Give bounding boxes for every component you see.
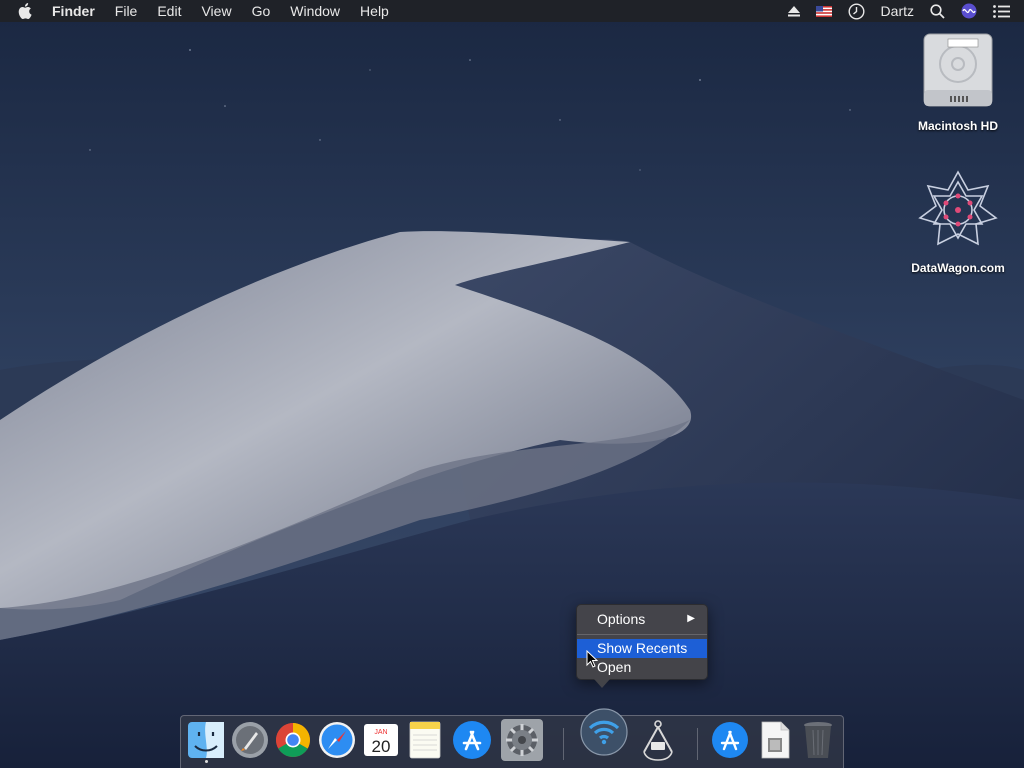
menu-file[interactable]: File (115, 0, 138, 22)
dock-divider (697, 728, 698, 760)
trash-icon (802, 720, 834, 765)
notes-icon (408, 721, 442, 764)
menu-item-label: Open (597, 659, 632, 675)
time-machine-icon[interactable] (848, 2, 865, 20)
menu-item-label: Show Recents (597, 640, 688, 656)
finder-icon (187, 721, 225, 764)
dock: JAN 20 (180, 707, 844, 768)
calendar-day: 20 (372, 737, 391, 756)
desktop-icon-datawagon[interactable]: DataWagon.com (903, 168, 1013, 275)
apple-icon[interactable] (18, 2, 34, 20)
caliper-icon (638, 718, 678, 767)
calendar-month: JAN (374, 729, 387, 736)
dock-notes[interactable] (403, 720, 447, 764)
menu-separator (577, 634, 707, 635)
search-icon[interactable] (930, 3, 945, 19)
desktop-icon-macintosh-hd[interactable]: Macintosh HD (903, 30, 1013, 133)
us-flag-icon[interactable] (815, 5, 832, 17)
app-store-icon (452, 720, 492, 765)
chrome-icon (275, 722, 311, 763)
datawagon-logo-icon (916, 170, 1000, 256)
desktop-wallpaper (0, 0, 1024, 768)
dock-system-preferences[interactable] (500, 718, 544, 767)
dock-calendar[interactable]: JAN 20 (359, 720, 403, 764)
menu-bar: Finder File Edit View Go Window Help Dar… (0, 0, 1024, 22)
siri-icon[interactable] (961, 3, 977, 19)
dock-applications-folder[interactable] (708, 720, 752, 764)
dock-safari[interactable] (315, 720, 359, 764)
eject-icon[interactable] (787, 5, 800, 17)
dock-divider (563, 728, 564, 760)
menu-edit[interactable]: Edit (157, 0, 181, 22)
launchpad-icon (231, 721, 269, 764)
running-indicator (205, 760, 208, 763)
menu-finder[interactable]: Finder (52, 0, 95, 22)
dock-trash[interactable] (796, 720, 840, 764)
mouse-cursor-icon (586, 649, 599, 673)
safari-icon (318, 721, 356, 764)
menu-help[interactable]: Help (360, 0, 389, 22)
menu-item-label: Options (597, 611, 646, 627)
system-preferences-icon (500, 718, 544, 767)
submenu-arrow-icon: ▶ (687, 613, 695, 624)
dock-finder[interactable] (184, 720, 228, 764)
menu-go[interactable]: Go (252, 0, 271, 22)
menu-pointer (594, 679, 610, 688)
wifi-icon (580, 707, 628, 761)
dock-wireless-diagnostics[interactable] (580, 707, 628, 761)
desktop-icon-label: DataWagon.com (911, 261, 1005, 275)
applications-folder-icon (711, 721, 749, 764)
user-name[interactable]: Dartz (881, 3, 914, 19)
menu-view[interactable]: View (201, 0, 231, 22)
hard-drive-icon (920, 33, 996, 114)
notification-center-icon[interactable] (993, 4, 1010, 18)
dock-app-store[interactable] (450, 720, 494, 764)
dock-directory-utility[interactable] (636, 718, 680, 767)
status-menus: Dartz (772, 0, 1010, 22)
dock-launchpad[interactable] (228, 720, 272, 764)
dock-documents[interactable] (753, 720, 797, 764)
dock-chrome[interactable] (271, 720, 315, 764)
calendar-icon: JAN 20 (363, 722, 399, 763)
desktop-icon-label: Macintosh HD (917, 119, 998, 133)
menu-window[interactable]: Window (290, 0, 340, 22)
document-stack-icon (759, 720, 791, 765)
menu-item-options[interactable]: Options ▶ (577, 608, 707, 630)
